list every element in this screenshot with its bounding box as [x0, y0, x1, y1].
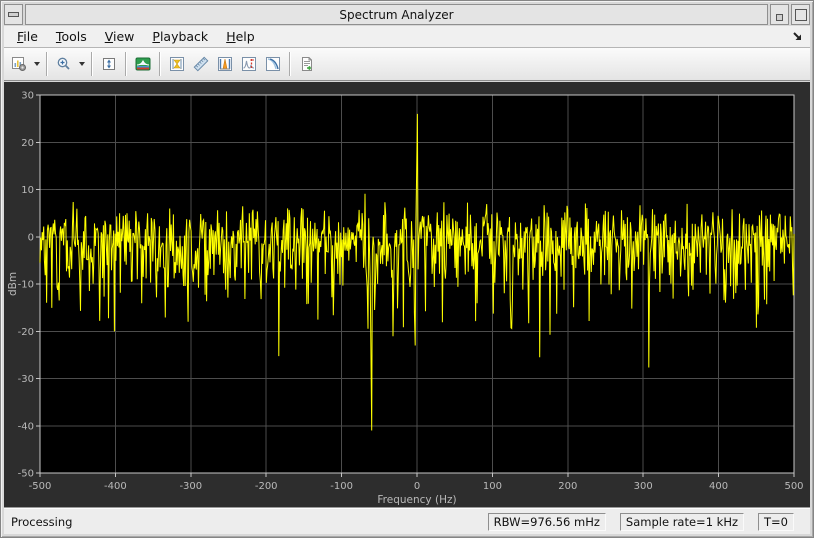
spectrum-plot[interactable]: -500-400-300-200-10001002003004005003020… [4, 82, 810, 508]
svg-text:-30: -30 [18, 374, 34, 385]
cursor-measurements-icon [169, 56, 185, 72]
spectrum-display-icon [135, 56, 151, 72]
distortion-measurements-icon [241, 56, 257, 72]
spectrum-settings-icon [11, 56, 27, 72]
svg-text:10: 10 [21, 185, 34, 196]
menu-item-file[interactable]: File [8, 27, 47, 46]
dock-arrow-icon[interactable] [790, 29, 806, 45]
cursor-measurements-button[interactable] [165, 51, 189, 77]
svg-text:30: 30 [21, 91, 34, 102]
minimize-icon [776, 14, 783, 21]
svg-text:-500: -500 [29, 481, 52, 492]
svg-text:20: 20 [21, 138, 34, 149]
maximize-button[interactable] [791, 4, 810, 25]
svg-text:-40: -40 [18, 421, 34, 432]
toolbar-separator [91, 52, 93, 76]
svg-text:Frequency (Hz): Frequency (Hz) [377, 494, 456, 506]
menu-item-help[interactable]: Help [217, 27, 264, 46]
svg-text:-100: -100 [330, 481, 353, 492]
menu-item-playback[interactable]: Playback [143, 27, 217, 46]
autoscale-icon [101, 56, 117, 72]
spectrum-settings-button[interactable] [7, 51, 31, 77]
distortion-measurements-button[interactable] [237, 51, 261, 77]
time-panel: T=0 [758, 513, 794, 531]
playback-export-button[interactable] [295, 51, 319, 77]
spectrum-settings-dropdown[interactable] [31, 51, 42, 77]
status-bar: Processing RBW=976.56 mHz Sample rate=1 … [4, 508, 810, 534]
menu-bar: File Tools View Playback Help [4, 26, 810, 48]
toolbar-separator [289, 52, 291, 76]
svg-text:-50: -50 [18, 469, 34, 480]
svg-text:100: 100 [483, 481, 502, 492]
toolbar-separator [159, 52, 161, 76]
rbw-panel: RBW=976.56 mHz [488, 513, 606, 531]
ccdf-icon [265, 56, 281, 72]
svg-text:-400: -400 [104, 481, 127, 492]
processing-status: Processing [11, 515, 72, 529]
chevron-down-icon [34, 62, 40, 66]
playback-export-icon [299, 56, 315, 72]
ccdf-measurements-button[interactable] [261, 51, 285, 77]
spectrum-display-button[interactable] [131, 51, 155, 77]
toolbar-separator [125, 52, 127, 76]
zoom-dropdown[interactable] [76, 51, 87, 77]
svg-text:-200: -200 [255, 481, 278, 492]
svg-text:200: 200 [558, 481, 577, 492]
zoom-in-button[interactable] [52, 51, 76, 77]
maximize-icon [795, 9, 807, 21]
window-menu-icon [8, 12, 19, 17]
peak-finder-button[interactable] [213, 51, 237, 77]
minimize-button[interactable] [770, 4, 789, 25]
spectrum-analyzer-window: Spectrum Analyzer File Tools View Playba… [0, 0, 814, 538]
menu-item-view[interactable]: View [96, 27, 144, 46]
figure-area: -500-400-300-200-10001002003004005003020… [4, 82, 810, 508]
svg-text:dBm: dBm [7, 272, 19, 296]
toolbar-separator [46, 52, 48, 76]
sample-rate-panel: Sample rate=1 kHz [620, 513, 744, 531]
chevron-down-icon [79, 62, 85, 66]
menu-item-tools[interactable]: Tools [47, 27, 96, 46]
toolbar [4, 48, 810, 81]
signal-statistics-button[interactable] [189, 51, 213, 77]
svg-text:-20: -20 [18, 327, 34, 338]
svg-text:400: 400 [709, 481, 728, 492]
peak-finder-icon [217, 56, 233, 72]
zoom-in-icon [56, 56, 72, 72]
svg-text:0: 0 [414, 481, 420, 492]
svg-text:-10: -10 [18, 280, 34, 291]
window-menu-button[interactable] [4, 4, 23, 25]
svg-text:0: 0 [28, 232, 34, 243]
title-bar: Spectrum Analyzer [4, 4, 810, 25]
signal-statistics-icon [193, 56, 209, 72]
svg-text:300: 300 [634, 481, 653, 492]
window-title: Spectrum Analyzer [25, 4, 768, 25]
svg-text:-300: -300 [179, 481, 202, 492]
autoscale-axes-button[interactable] [97, 51, 121, 77]
svg-text:500: 500 [784, 481, 803, 492]
